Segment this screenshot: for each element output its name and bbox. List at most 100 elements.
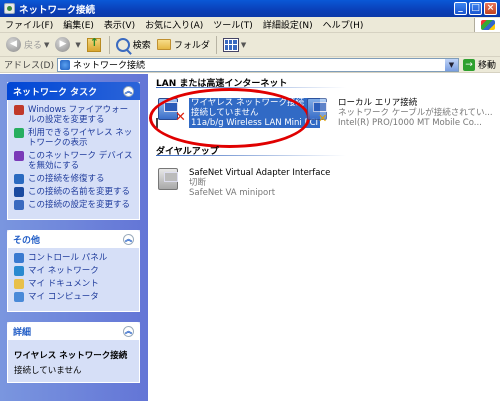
go-arrow-icon: → — [462, 58, 475, 71]
disable-icon — [14, 151, 24, 161]
safenet-connection-status: 切断 — [189, 178, 207, 188]
other-places-header[interactable]: その他 ︽ — [7, 230, 140, 248]
search-icon — [115, 37, 130, 52]
place-my-network[interactable]: マイ ネットワーク — [14, 266, 135, 276]
repair-icon — [14, 174, 24, 184]
place-label: マイ ネットワーク — [28, 266, 99, 276]
maximize-button[interactable]: □ — [469, 2, 482, 15]
menu-view[interactable]: 表示(V) — [99, 18, 140, 31]
dialup-group-divider — [156, 155, 346, 156]
network-connections-icon — [59, 59, 70, 70]
collapse-chevron-icon[interactable]: ︽ — [123, 325, 134, 337]
forward-arrow-icon: ▶ — [55, 37, 71, 52]
place-label: コントロール パネル — [28, 253, 108, 263]
my-documents-icon — [14, 279, 24, 289]
task-label: 利用できるワイヤレス ネットワークの表示 — [28, 128, 133, 148]
close-button[interactable]: × — [484, 2, 497, 15]
toolbar: ◀ 戻る ▼ ▶ ▼ 検索 フォルダ ▼ — [0, 33, 500, 57]
collapse-chevron-icon[interactable]: ︽ — [123, 85, 134, 97]
place-label: マイ コンピュータ — [28, 292, 99, 302]
details-connection-status: 接続していません — [14, 366, 82, 376]
control-panel-icon — [14, 253, 24, 263]
task-change-settings[interactable]: この接続の設定を変更する — [14, 200, 135, 210]
menu-bar: ファイル(F) 編集(E) 表示(V) お気に入り(A) ツール(T) 詳細設定… — [0, 17, 500, 33]
task-rename-connection[interactable]: この接続の名前を変更する — [14, 187, 135, 197]
back-dropdown-icon[interactable]: ▼ — [44, 41, 49, 49]
collapse-chevron-icon[interactable]: ︽ — [123, 233, 134, 245]
safenet-connection-item[interactable]: SafeNet Virtual Adapter Interface 切断 Saf… — [156, 168, 330, 198]
menu-advanced[interactable]: 詳細設定(N) — [258, 18, 318, 31]
views-dropdown-icon[interactable]: ▼ — [241, 41, 246, 49]
minimize-button[interactable]: _ — [454, 2, 467, 15]
address-value: ネットワーク接続 — [72, 61, 145, 71]
folder-up-icon — [86, 36, 101, 52]
windows-flag-icon — [480, 19, 495, 30]
details-body: ワイヤレス ネットワーク接続 接続していません — [7, 340, 140, 383]
details-header[interactable]: 詳細 ︽ — [7, 322, 140, 340]
lan-network-icon: ✕ — [305, 98, 335, 128]
back-label: 戻る — [24, 41, 43, 51]
menu-favorites[interactable]: お気に入り(A) — [140, 18, 208, 31]
back-arrow-icon: ◀ — [6, 37, 21, 52]
connections-view: LAN または高速インターネット ✕ ワイヤレス ネットワーク接続 接続していま… — [148, 74, 500, 401]
search-button[interactable]: 検索 — [113, 35, 154, 55]
lan-connection-device: Intel(R) PRO/1000 MT Mobile Co... — [338, 118, 482, 128]
task-view-wireless[interactable]: 利用できるワイヤレス ネットワークの表示 — [14, 128, 135, 148]
back-button[interactable]: ◀ 戻る ▼ — [3, 35, 52, 55]
up-button[interactable] — [84, 35, 106, 55]
task-pane: ネットワーク タスク ︽ Windows ファイアウォールの設定を変更する 利用… — [0, 74, 148, 401]
task-change-firewall[interactable]: Windows ファイアウォールの設定を変更する — [14, 105, 135, 125]
lan-connection-status: ネットワーク ケーブルが接続されてい... — [338, 108, 493, 118]
folders-label: フォルダ — [173, 41, 210, 51]
network-tasks-title: ネットワーク タスク — [13, 87, 98, 98]
address-dropdown-icon[interactable]: ▼ — [444, 58, 458, 71]
folders-button[interactable]: フォルダ — [154, 35, 213, 55]
task-label: この接続の名前を変更する — [28, 187, 131, 197]
menu-help[interactable]: ヘルプ(H) — [318, 18, 369, 31]
place-my-computer[interactable]: マイ コンピュータ — [14, 292, 135, 302]
forward-button[interactable]: ▶ ▼ — [52, 35, 83, 55]
address-input[interactable]: ネットワーク接続 ▼ — [56, 57, 459, 72]
window-title: ネットワーク接続 — [19, 4, 96, 16]
task-repair-connection[interactable]: この接続を修復する — [14, 174, 135, 184]
highlight-ellipse — [149, 88, 310, 148]
network-connections-icon — [4, 3, 15, 14]
network-tasks-header[interactable]: ネットワーク タスク ︽ — [7, 82, 140, 100]
settings-icon — [14, 200, 24, 210]
place-my-documents[interactable]: マイ ドキュメント — [14, 279, 135, 289]
safenet-connection-name: SafeNet Virtual Adapter Interface — [189, 168, 331, 178]
my-computer-icon — [14, 292, 24, 302]
go-button[interactable]: → 移動 — [459, 58, 500, 71]
rename-icon — [14, 187, 24, 197]
details-connection-name: ワイヤレス ネットワーク接続 — [14, 351, 128, 361]
task-disable-device[interactable]: このネットワーク デバイスを無効にする — [14, 151, 135, 171]
menu-file[interactable]: ファイル(F) — [0, 18, 58, 31]
forward-dropdown-icon[interactable]: ▼ — [75, 41, 80, 49]
safenet-connection-device: SafeNet VA miniport — [189, 188, 276, 198]
details-title: 詳細 — [13, 327, 32, 338]
other-places-title: その他 — [13, 235, 41, 246]
local-area-connection-item[interactable]: ✕ ローカル エリア接続 ネットワーク ケーブルが接続されてい... Intel… — [305, 98, 493, 128]
other-places-list: コントロール パネル マイ ネットワーク マイ ドキュメント マイ コンピュータ — [7, 248, 140, 312]
menu-tools[interactable]: ツール(T) — [208, 18, 258, 31]
toolbar-separator — [108, 35, 110, 54]
menu-edit[interactable]: 編集(E) — [58, 18, 99, 31]
folder-icon — [156, 39, 171, 50]
other-places-panel: その他 ︽ コントロール パネル マイ ネットワーク マイ ドキュメント マイ … — [7, 230, 140, 312]
lan-connection-name: ローカル エリア接続 — [338, 98, 418, 108]
address-label: アドレス(D) — [4, 61, 54, 71]
search-label: 検索 — [132, 41, 151, 51]
views-button[interactable]: ▼ — [220, 35, 249, 55]
lan-group-divider — [156, 87, 346, 88]
task-label: Windows ファイアウォールの設定を変更する — [28, 105, 129, 125]
wireless-icon — [14, 128, 24, 138]
task-label: この接続を修復する — [28, 174, 105, 184]
toolbar-separator — [215, 35, 217, 54]
dialup-connection-icon — [156, 168, 186, 198]
address-bar: アドレス(D) ネットワーク接続 ▼ → 移動 — [0, 57, 500, 73]
windows-logo — [474, 17, 500, 32]
details-panel: 詳細 ︽ ワイヤレス ネットワーク接続 接続していません — [7, 322, 140, 383]
task-label: この接続の設定を変更する — [28, 200, 131, 210]
network-tasks-list: Windows ファイアウォールの設定を変更する 利用できるワイヤレス ネットワ… — [7, 100, 140, 220]
place-control-panel[interactable]: コントロール パネル — [14, 253, 135, 263]
